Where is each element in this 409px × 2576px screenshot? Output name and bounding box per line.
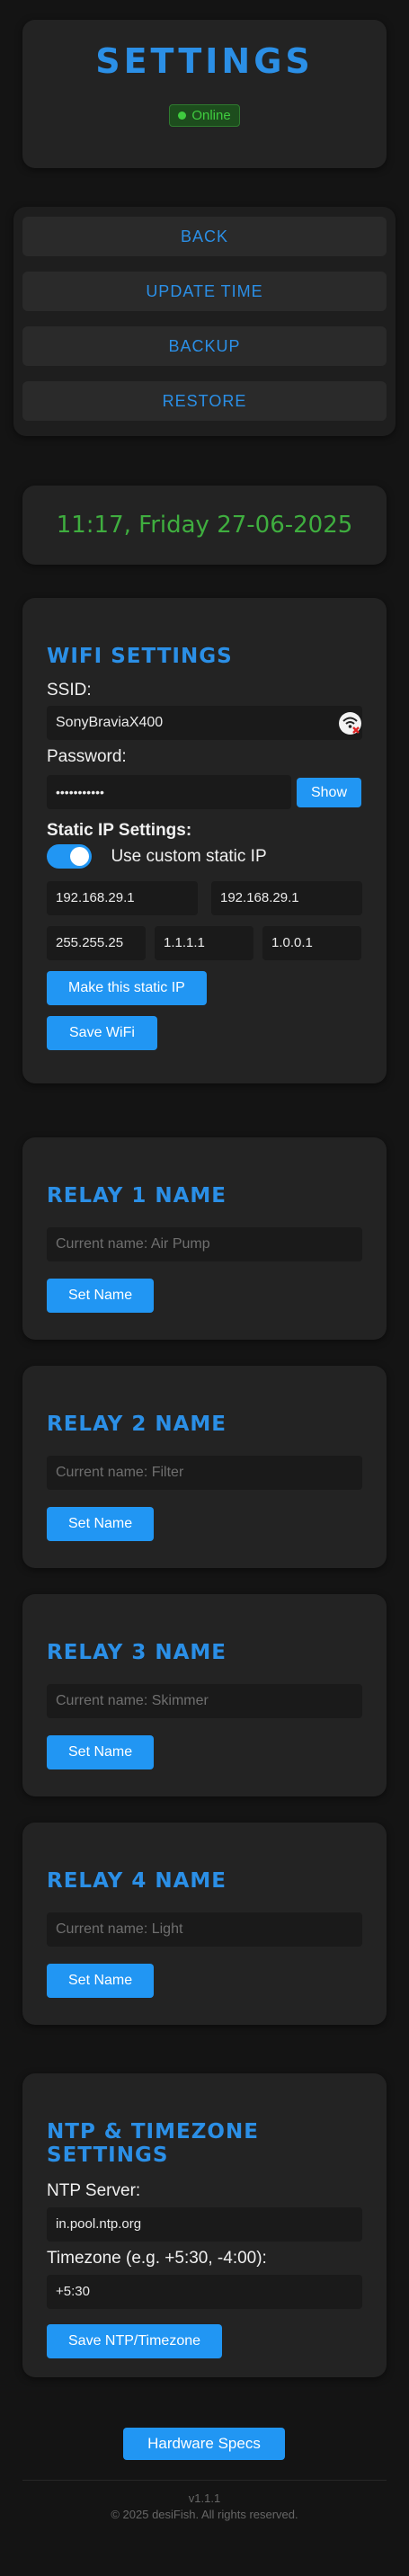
relay-3-title: RELAY 3 NAME	[47, 1641, 227, 1664]
status-text: Online	[191, 108, 231, 123]
relay-1-set-name-button[interactable]: Set Name	[47, 1279, 155, 1313]
make-static-ip-button[interactable]: Make this static IP	[47, 971, 207, 1005]
relay-2-title: RELAY 2 NAME	[47, 1413, 227, 1436]
clock-display: 11:17, Friday 27-06-2025	[56, 512, 353, 539]
relay-4-card: RELAY 4 NAME Current name: Light Set Nam…	[22, 1823, 387, 2025]
relay-2-name-input[interactable]: Current name: Filter	[47, 1456, 362, 1490]
save-ntp-button[interactable]: Save NTP/Timezone	[47, 2324, 223, 2358]
dns2-input[interactable]: 1.0.0.1	[262, 926, 361, 960]
ssid-input[interactable]: SonyBraviaX400	[47, 706, 362, 740]
gateway-input[interactable]: 192.168.29.1	[211, 881, 362, 915]
relay-3-set-name-button[interactable]: Set Name	[47, 1735, 155, 1769]
relay-1-title: RELAY 1 NAME	[47, 1184, 227, 1208]
relay-3-card: RELAY 3 NAME Current name: Skimmer Set N…	[22, 1594, 387, 1796]
toggle-knob	[70, 847, 89, 866]
password-label: Password:	[47, 747, 127, 766]
show-password-button[interactable]: Show	[297, 778, 361, 807]
restore-button[interactable]: RESTORE	[22, 381, 387, 421]
version-text: v1.1.1	[188, 2491, 221, 2505]
timezone-label: Timezone (e.g. +5:30, -4:00):	[47, 2249, 267, 2268]
relay-3-name-input[interactable]: Current name: Skimmer	[47, 1684, 362, 1718]
ssid-label: SSID:	[47, 681, 92, 700]
hardware-specs-button[interactable]: Hardware Specs	[123, 2428, 285, 2460]
online-dot-icon	[178, 111, 187, 120]
ntp-title: NTP & TIMEZONE SETTINGS	[47, 2120, 259, 2167]
relay-2-card: RELAY 2 NAME Current name: Filter Set Na…	[22, 1366, 387, 1568]
backup-button[interactable]: BACKUP	[22, 326, 387, 366]
header-card: SETTINGS Online	[22, 20, 387, 168]
relay-4-set-name-button[interactable]: Set Name	[47, 1964, 155, 1998]
password-input[interactable]: •••••••••••	[47, 775, 291, 809]
relay-4-name-input[interactable]: Current name: Light	[47, 1912, 362, 1947]
timezone-input[interactable]: +5:30	[47, 2275, 362, 2309]
relay-4-title: RELAY 4 NAME	[47, 1869, 227, 1893]
page-title: SETTINGS	[95, 41, 314, 81]
footer-divider	[22, 2480, 387, 2481]
wifi-off-icon[interactable]	[338, 711, 362, 735]
status-badge: Online	[169, 104, 240, 127]
back-button[interactable]: BACK	[22, 217, 387, 256]
static-ip-label: Static IP Settings:	[47, 821, 192, 840]
save-wifi-button[interactable]: Save WiFi	[47, 1016, 157, 1050]
relay-1-card: RELAY 1 NAME Current name: Air Pump Set …	[22, 1137, 387, 1340]
static-ip-toggle[interactable]	[47, 844, 92, 869]
ntp-settings-card: NTP & TIMEZONE SETTINGS NTP Server: in.p…	[22, 2073, 387, 2377]
wifi-title: WIFI SETTINGS	[47, 645, 233, 668]
copyright-text: © 2025 desiFish. All rights reserved.	[111, 2508, 298, 2521]
custom-static-label: Use custom static IP	[111, 846, 267, 866]
relay-1-name-input[interactable]: Current name: Air Pump	[47, 1227, 362, 1261]
relay-2-set-name-button[interactable]: Set Name	[47, 1507, 155, 1541]
wifi-settings-card: WIFI SETTINGS SSID: SonyBraviaX400 Passw…	[22, 598, 387, 1083]
subnet-input[interactable]: 255.255.25	[47, 926, 146, 960]
ip-address-input[interactable]: 192.168.29.1	[47, 881, 198, 915]
update-time-button[interactable]: UPDATE TIME	[22, 272, 387, 311]
ntp-server-input[interactable]: in.pool.ntp.org	[47, 2207, 362, 2242]
ntp-server-label: NTP Server:	[47, 2181, 141, 2200]
dns1-input[interactable]: 1.1.1.1	[155, 926, 253, 960]
clock-card: 11:17, Friday 27-06-2025	[22, 486, 387, 565]
nav-menu: BACK UPDATE TIME BACKUP RESTORE	[13, 207, 396, 436]
